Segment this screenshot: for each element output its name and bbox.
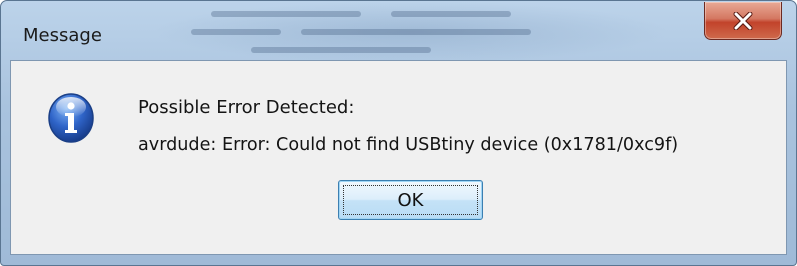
info-icon [48, 93, 94, 143]
titlebar[interactable]: Message [1, 1, 796, 61]
close-button[interactable] [704, 2, 782, 40]
error-message: avrdude: Error: Could not find USBtiny d… [138, 135, 679, 155]
close-icon [733, 11, 753, 30]
ok-button[interactable]: OK [338, 180, 483, 220]
window-title: Message [23, 25, 102, 46]
message-dialog: Message Possible Error Detected: avrdude… [0, 0, 797, 266]
dialog-body: Possible Error Detected: avrdude: Error:… [10, 60, 787, 255]
error-heading: Possible Error Detected: [138, 97, 355, 118]
ok-button-label: OK [397, 189, 424, 211]
